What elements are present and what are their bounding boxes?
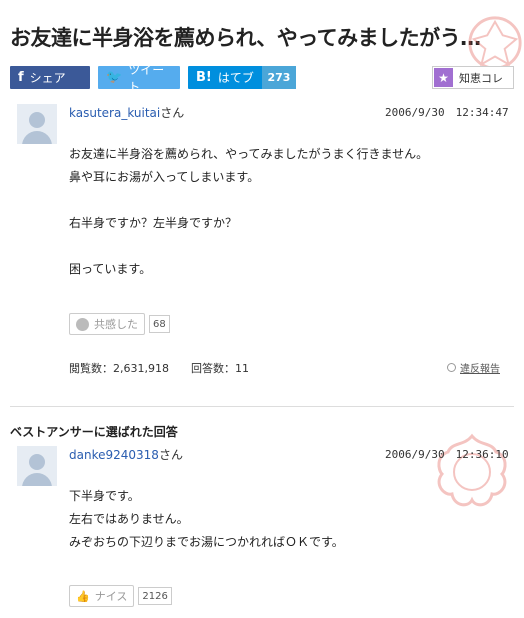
facebook-icon: f: [18, 70, 24, 85]
twitter-share-label: ツイート: [128, 62, 165, 94]
empathy-count: 68: [149, 315, 170, 333]
question-title: お友達に半身浴を薦められ、やってみましたがう…: [10, 26, 481, 50]
answer-body: 下半身です。左右ではありません。みぞおちの下辺りまでお湯につかれればＯＫです。: [69, 485, 344, 554]
nice-count: 2126: [138, 587, 172, 605]
twitter-share-button[interactable]: 🐦 ツイート: [98, 63, 180, 94]
answerer-avatar[interactable]: [17, 446, 57, 486]
nice-label: ナイス: [94, 590, 128, 603]
nice-reaction: 👍 ナイス 2126: [69, 585, 172, 607]
question-line: お友達に半身浴を薦められ、やってみましたがうまく行きません。: [69, 147, 429, 161]
prohibit-icon: [447, 363, 456, 372]
twitter-icon: 🐦: [106, 70, 123, 85]
answer-line: 左右ではありません。: [69, 512, 189, 526]
answer-line: みぞおちの下辺りまでお湯につかれればＯＫです。: [69, 535, 344, 549]
question-stats: 閲覧数：2,631,918 回答数：11: [69, 360, 249, 376]
question-line: 右半身ですか？左半身ですか？: [69, 216, 238, 230]
thumbs-up-icon: 👍: [76, 589, 90, 603]
question-line: 困っています。: [69, 262, 152, 276]
question-user: kasutera_kuitaiさん: [69, 104, 184, 121]
question-date: 2006/9/30 12:34:47: [385, 106, 509, 119]
hatena-icon: B!: [196, 70, 212, 85]
report-label: 違反報告: [460, 364, 500, 375]
answer-user-link[interactable]: danke9240318: [69, 448, 159, 462]
chiecolle-label: 知恵コレ: [459, 71, 503, 85]
answer-user: danke9240318さん: [69, 446, 183, 463]
report-link[interactable]: 違反報告: [447, 360, 500, 375]
question-line: [69, 189, 428, 212]
best-answer-heading: ベストアンサーに選ばれた回答: [10, 425, 178, 439]
empathy-reaction: 共感した 68: [69, 313, 170, 335]
question-line: [69, 235, 428, 258]
question-user-suffix: さん: [160, 106, 185, 120]
chiecolle-button[interactable]: ★ 知恵コレ: [432, 66, 514, 89]
nice-button[interactable]: 👍 ナイス: [69, 585, 135, 607]
question-line: 鼻や耳にお湯が入ってしまいます。: [69, 170, 260, 184]
answer-line: 下半身です。: [69, 489, 140, 503]
stamp-icon: [466, 14, 524, 72]
smile-icon: [76, 317, 89, 331]
empathy-button[interactable]: 共感した: [69, 313, 145, 335]
facebook-share-label: シェア: [29, 71, 66, 85]
empathy-label: 共感した: [94, 318, 138, 331]
avatar[interactable]: [17, 104, 57, 144]
star-icon: ★: [434, 68, 453, 87]
answer-count: 回答数：11: [190, 362, 249, 375]
section-divider: [10, 406, 514, 407]
hatena-label: はてブ: [217, 71, 254, 85]
view-count: 閲覧数：2,631,918: [69, 362, 169, 375]
hatena-count: 273: [261, 66, 296, 89]
best-answer-stamp-icon: [430, 430, 514, 514]
question-user-link[interactable]: kasutera_kuitai: [69, 106, 160, 120]
answer-date: 2006/9/30 12:36:10: [385, 448, 509, 461]
facebook-share-button[interactable]: f シェア: [10, 66, 90, 89]
answer-user-suffix: さん: [158, 448, 183, 462]
hatena-bookmark-button[interactable]: B! はてブ 273: [188, 66, 296, 89]
share-bar: f シェア 🐦 ツイート B! はてブ 273: [10, 63, 296, 94]
question-body: お友達に半身浴を薦められ、やってみましたがうまく行きません。 鼻や耳にお湯が入って…: [69, 143, 428, 281]
